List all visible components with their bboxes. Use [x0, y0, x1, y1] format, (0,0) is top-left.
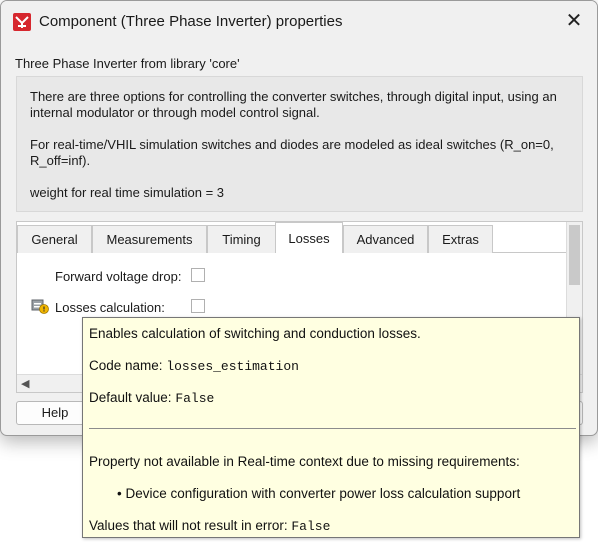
description-para-2: For real-time/VHIL simulation switches a…: [30, 137, 554, 168]
bullet-icon: •: [117, 486, 122, 501]
description-box: There are three options for controlling …: [16, 76, 583, 212]
code-name-label: Code name:: [89, 358, 163, 373]
tooltip-unavailable-note: Property not available in Real-time cont…: [89, 454, 520, 469]
tooltip-requirement-item: • Device configuration with converter po…: [117, 486, 520, 501]
component-subtitle: Three Phase Inverter from library 'core': [15, 56, 240, 71]
typhoon-app-icon: [13, 13, 31, 31]
description-para-3: weight for real time simulation = 3: [30, 185, 225, 200]
close-icon: ✕: [565, 10, 583, 32]
code-name-value: losses_estimation: [166, 359, 299, 374]
title-bar: Component (Three Phase Inverter) propert…: [1, 1, 597, 43]
no-error-value: False: [291, 519, 331, 534]
tab-measurements[interactable]: Measurements: [92, 225, 207, 253]
tooltip-separator: [89, 428, 576, 429]
tooltip-default-value: Default value: False: [89, 390, 214, 406]
vertical-scroll-thumb[interactable]: [569, 225, 580, 285]
tooltip-no-error-values: Values that will not result in error: Fa…: [89, 518, 330, 534]
tooltip-description: Enables calculation of switching and con…: [89, 326, 421, 341]
window-title: Component (Three Phase Inverter) propert…: [39, 13, 343, 30]
scroll-left-icon[interactable]: ◀: [21, 377, 29, 390]
losses-calculation-checkbox[interactable]: [191, 299, 205, 313]
tab-timing[interactable]: Timing: [207, 225, 276, 253]
no-error-label: Values that will not result in error:: [89, 518, 288, 533]
property-tooltip: Enables calculation of switching and con…: [82, 317, 580, 538]
description-para-1: There are three options for controlling …: [30, 89, 557, 120]
default-value-label: Default value:: [89, 390, 172, 405]
tab-extras[interactable]: Extras: [428, 225, 493, 253]
losses-calculation-label: Losses calculation:: [55, 300, 165, 315]
forward-voltage-drop-checkbox[interactable]: [191, 268, 205, 282]
warning-lock-icon: [31, 299, 49, 314]
default-value: False: [175, 391, 215, 406]
tab-advanced[interactable]: Advanced: [343, 225, 428, 253]
tooltip-code-name: Code name: losses_estimation: [89, 358, 299, 374]
forward-voltage-drop-label: Forward voltage drop:: [55, 269, 182, 284]
requirement-text: Device configuration with converter powe…: [125, 486, 521, 501]
close-button[interactable]: ✕: [551, 1, 597, 41]
tab-losses[interactable]: Losses: [275, 222, 343, 253]
tab-general[interactable]: General: [17, 225, 92, 253]
